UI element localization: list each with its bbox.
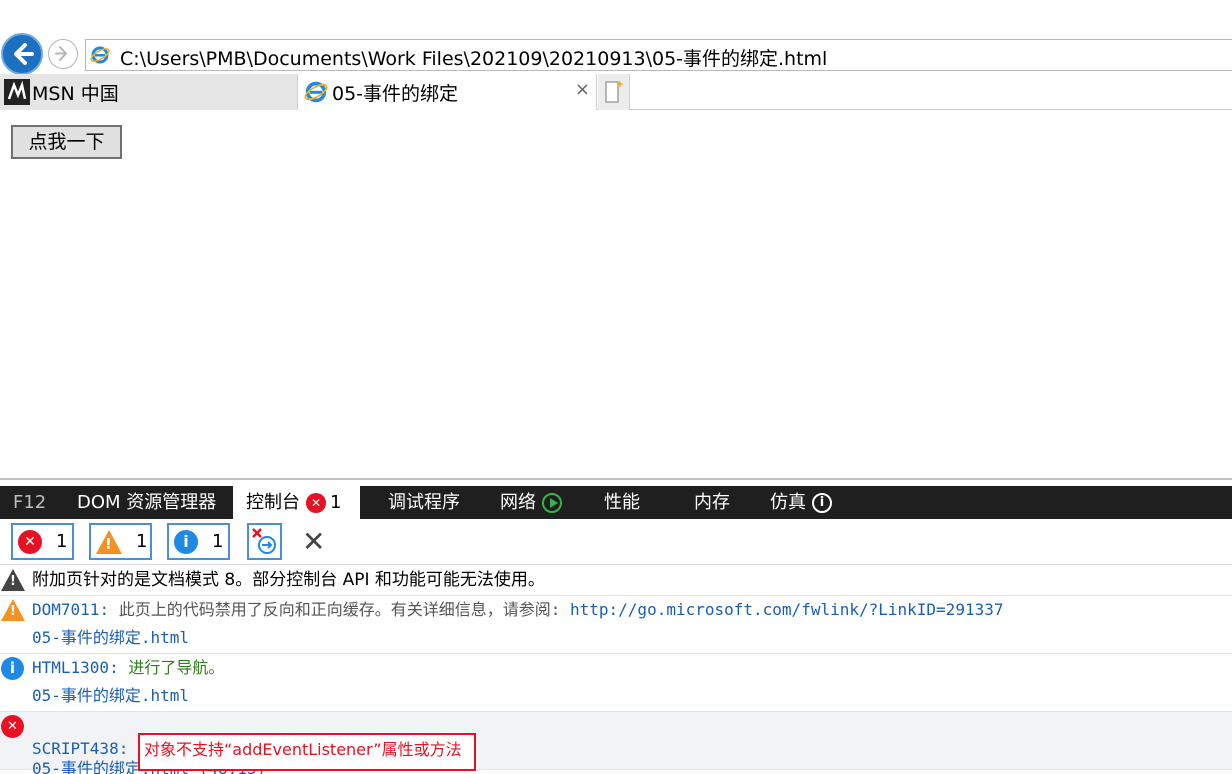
back-arrow-icon (14, 43, 34, 65)
forward-button[interactable] (48, 39, 78, 69)
address-bar-row: C:\Users\PMB\Documents\Work Files\202109… (0, 33, 1232, 75)
close-tab-icon[interactable]: × (575, 79, 590, 100)
message-code: DOM7011 (32, 600, 100, 619)
console-message: 附加页针对的是文档模式 8。部分控制台 API 和功能可能无法使用。 (0, 566, 1232, 596)
message-text: 进行了导航。 (128, 658, 225, 677)
warnings-count: 1 (136, 531, 148, 552)
tab-label: MSN 中国 (32, 82, 119, 105)
tab-label: 仿真 (770, 491, 806, 513)
console-message: SCRIPT438: 对象不支持“addEventListener”属性或方法 … (0, 712, 1232, 774)
back-button[interactable] (1, 33, 43, 75)
info-icon: i (1, 657, 24, 680)
filter-info-button[interactable]: i 1 (167, 523, 230, 560)
message-source-link[interactable]: 05-事件的绑定.html (0, 682, 1232, 710)
message-line: HTML1300: 进行了导航。 (0, 654, 1232, 682)
message-text: 附加页针对的是文档模式 8。部分控制台 API 和功能可能无法使用。 (32, 570, 545, 590)
error-icon (1, 715, 24, 738)
message-source-link[interactable]: 05-事件的绑定.html (0, 624, 1232, 652)
info-icon: i (174, 529, 198, 554)
message-separator: : (99, 600, 110, 619)
tab-current-page[interactable]: 05-事件的绑定 × (297, 74, 597, 110)
tab-label: 调试程序 (388, 491, 460, 513)
tab-label: DOM 资源管理器 (77, 491, 217, 513)
tab-strip: MSN 中国 05-事件的绑定 × (0, 74, 1232, 110)
address-text: C:\Users\PMB\Documents\Work Files\202109… (120, 48, 828, 70)
console-filter-bar: 1 1 i 1 ✕ (0, 519, 1232, 565)
message-line: DOM7011: 此页上的代码禁用了反向和正向缓存。有关详细信息，请参阅: ht… (0, 596, 1232, 624)
address-field[interactable]: C:\Users\PMB\Documents\Work Files\202109… (85, 39, 1232, 71)
ie-page-icon (90, 46, 110, 64)
console-error-count: 1 (330, 491, 342, 513)
new-tab-icon (605, 80, 624, 103)
error-icon (18, 529, 42, 554)
clear-on-navigate-button[interactable] (247, 523, 282, 560)
console-output: 附加页针对的是文档模式 8。部分控制台 API 和功能可能无法使用。 DOM70… (0, 566, 1232, 774)
tab-label: 内存 (694, 491, 730, 513)
new-tab-button[interactable] (598, 74, 630, 110)
tab-debugger[interactable]: 调试程序 (388, 486, 460, 519)
tab-network[interactable]: 网络 (500, 486, 562, 519)
tab-label: 控制台 (246, 491, 300, 513)
tab-console[interactable]: 控制台 1 (233, 486, 360, 519)
error-icon (306, 492, 326, 513)
warning-icon (1, 569, 25, 591)
tab-label: 05-事件的绑定 (332, 82, 459, 105)
tab-memory[interactable]: 内存 (694, 486, 730, 519)
tab-dom-explorer[interactable]: DOM 资源管理器 (77, 486, 216, 519)
play-icon (542, 492, 562, 513)
warning-icon (96, 529, 122, 554)
errors-count: 1 (56, 531, 68, 552)
tab-label: 性能 (604, 491, 640, 513)
filter-warnings-button[interactable]: 1 (89, 523, 152, 560)
msn-icon (4, 79, 30, 105)
tab-emulation[interactable]: 仿真 i (770, 486, 832, 519)
tab-label: 网络 (500, 491, 536, 513)
devtools-panel: F12 DOM 资源管理器 控制台 1 调试程序 网络 性能 内存 仿真 i 1… (0, 478, 1232, 774)
highlighted-error-text: 对象不支持“addEventListener”属性或方法 (137, 733, 476, 771)
info-icon: i (812, 492, 832, 513)
clear-on-navigate-icon (252, 528, 276, 554)
console-message: i HTML1300: 进行了导航。 05-事件的绑定.html (0, 654, 1232, 712)
message-text: 此页上的代码禁用了反向和正向缓存。有关详细信息，请参阅: (118, 600, 561, 619)
message-separator: : (109, 658, 119, 677)
warning-icon (1, 599, 25, 621)
message-code: HTML1300 (32, 658, 110, 677)
info-count: 1 (212, 531, 224, 552)
filter-errors-button[interactable]: 1 (11, 523, 74, 560)
devtools-tab-bar: F12 DOM 资源管理器 控制台 1 调试程序 网络 性能 内存 仿真 i (0, 486, 1232, 519)
f12-label: F12 (13, 491, 47, 513)
clear-console-icon[interactable]: ✕ (302, 525, 325, 558)
tab-performance[interactable]: 性能 (604, 486, 640, 519)
tab-msn[interactable]: MSN 中国 (0, 74, 297, 110)
click-me-button[interactable]: 点我一下 (11, 125, 122, 159)
ie-page-icon (304, 81, 328, 103)
message-link[interactable]: http://go.microsoft.com/fwlink/?LinkID=2… (570, 600, 1003, 619)
forward-arrow-icon (55, 46, 67, 61)
console-message: DOM7011: 此页上的代码禁用了反向和正向缓存。有关详细信息，请参阅: ht… (0, 596, 1232, 654)
